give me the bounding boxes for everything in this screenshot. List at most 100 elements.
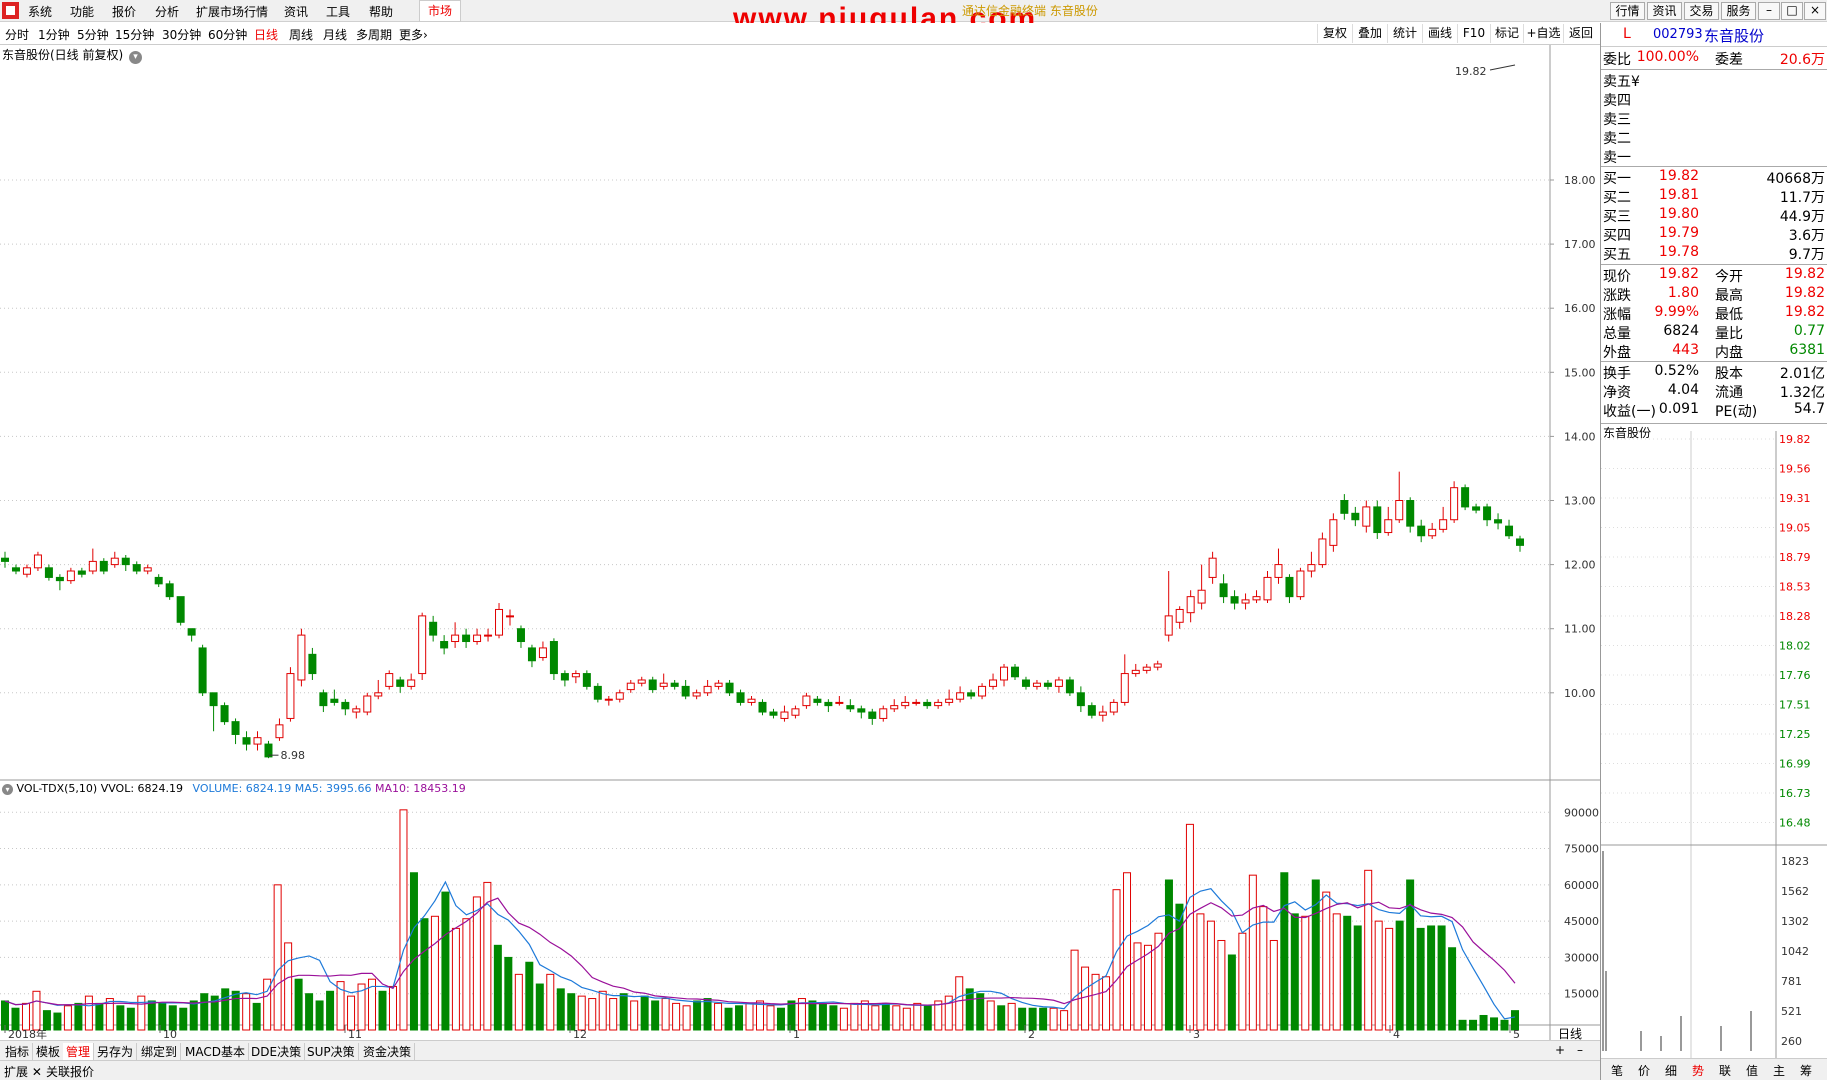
period-tab-weekly[interactable]: 周线 [289, 26, 313, 43]
tab-sup[interactable]: SUP决策 [304, 1043, 359, 1060]
maximize-icon[interactable]: □ [1781, 2, 1803, 20]
period-tab-1min[interactable]: 1分钟 [38, 26, 70, 43]
right-tab-5[interactable]: 值 [1746, 1062, 1758, 1079]
candle-body [319, 692, 328, 707]
top-button-trade[interactable]: 交易 [1684, 2, 1719, 20]
right-tab-4[interactable]: 联 [1719, 1062, 1731, 1079]
intraday-mini-chart[interactable]: 19.82 19.56 19.31 19.05 18.79 18.53 18.28 18.02… [1601, 431, 1827, 1058]
mini-price-tick: 17.51 [1779, 699, 1811, 712]
volume-bar [1448, 947, 1457, 1031]
period-tab-15min[interactable]: 15分钟 [115, 26, 154, 43]
menu-extended-market[interactable]: 扩展市场行情 [196, 3, 268, 20]
period-tab-monthly[interactable]: 月线 [323, 26, 347, 43]
menu-system[interactable]: 系统 [28, 3, 52, 20]
menu-quote[interactable]: 报价 [112, 3, 136, 20]
fin-row-value: 4.04 [1667, 382, 1699, 398]
volume-bar [1238, 932, 1247, 1031]
tool-restore-right[interactable]: 复权 [1317, 24, 1352, 43]
tool-f10[interactable]: F10 [1457, 24, 1490, 43]
tab-related-quote[interactable]: 关联报价 [46, 1063, 94, 1080]
candle-body [593, 685, 602, 700]
candle-body [1461, 487, 1470, 508]
stat-row: 涨幅 9.99% 最低 19.82 [1601, 304, 1827, 323]
candle-body [1131, 669, 1140, 675]
tab-manage[interactable]: 管理 [63, 1043, 95, 1060]
candle-body [44, 567, 53, 578]
tab-indicator[interactable]: 指标 [2, 1043, 34, 1060]
tab-extend[interactable]: 扩展 ✕ [4, 1063, 42, 1080]
period-tab-timeshare[interactable]: 分时 [5, 26, 29, 43]
volume-bar [1406, 879, 1415, 1031]
period-tab-daily[interactable]: 日线 [254, 26, 278, 43]
volume-bar [839, 1007, 848, 1031]
time-tick-label: 4 [1393, 1028, 1400, 1040]
volume-dropdown-icon[interactable]: ▾ [2, 784, 13, 795]
price-tick-label: 12.00 [1564, 559, 1596, 572]
menu-help[interactable]: 帮助 [369, 3, 393, 20]
minimize-icon[interactable]: – [1758, 2, 1780, 20]
tool-draw-line[interactable]: 画线 [1422, 24, 1457, 43]
volume-bar [535, 983, 544, 1031]
period-tab-30min[interactable]: 30分钟 [162, 26, 201, 43]
menu-news[interactable]: 资讯 [284, 3, 308, 20]
quote-panel: L 002793 东音股份 委比 100.00% 委差 20.6万 卖五¥ 卖四卖… [1600, 23, 1827, 1080]
menu-function[interactable]: 功能 [70, 3, 94, 20]
right-tab-0[interactable]: 笔 [1611, 1062, 1623, 1079]
right-tab-1[interactable]: 价 [1638, 1062, 1650, 1079]
kline-chart[interactable]: 19.82 8.98 18.00 17.00 16.00 15.00 14.00 13.00… [0, 45, 1600, 1040]
candle-body [978, 685, 987, 697]
volume-bar [441, 891, 450, 1031]
mini-price-tick: 18.02 [1779, 640, 1811, 653]
tool-statistics[interactable]: 统计 [1387, 24, 1422, 43]
top-button-news[interactable]: 资讯 [1647, 2, 1682, 20]
period-tab-60min[interactable]: 60分钟 [208, 26, 247, 43]
fin-row-label2: PE(动) [1715, 404, 1758, 420]
tab-dde[interactable]: DDE决策 [248, 1043, 306, 1060]
volume-bar [1395, 920, 1404, 1031]
low-price-annotation: 8.98 [280, 749, 305, 762]
tab-bind-to[interactable]: 绑定到 [138, 1043, 182, 1060]
candle-body [88, 560, 97, 572]
tab-fund[interactable]: 资金决策 [360, 1043, 416, 1060]
menu-bar: 系统 功能 报价 分析 扩展市场行情 资讯 工具 帮助 市场 www.niugu… [0, 0, 1827, 35]
candle-body [209, 692, 218, 707]
fin-row-value2: 2.01亿 [1779, 366, 1825, 382]
top-button-service[interactable]: 服务 [1721, 2, 1756, 20]
buy-row-value: 19.82 [1658, 168, 1699, 184]
zoom-out-icon[interactable]: – [1574, 1043, 1586, 1057]
tab-macd[interactable]: MACD基本 [182, 1043, 249, 1060]
right-tab-6[interactable]: 主 [1773, 1062, 1785, 1079]
menu-analysis[interactable]: 分析 [155, 3, 179, 20]
period-tab-more[interactable]: 更多› [399, 26, 428, 43]
close-icon[interactable]: × [1804, 2, 1826, 20]
candle-body [1000, 666, 1009, 681]
right-tab-2[interactable]: 细 [1665, 1062, 1677, 1079]
buy-row: 买一 19.82 40668万 [1601, 168, 1827, 187]
zoom-in-icon[interactable]: + [1552, 1043, 1568, 1057]
sell-row: 卖二 [1601, 128, 1827, 147]
market-tab[interactable]: 市场 [419, 0, 461, 22]
time-tick-label: 5 [1513, 1028, 1520, 1040]
mini-vol-tick: 781 [1781, 975, 1802, 988]
right-tab-3[interactable]: 势 [1692, 1062, 1704, 1079]
tool-mark[interactable]: 标记 [1490, 24, 1523, 43]
candle-body [626, 682, 635, 691]
candle-body [1098, 711, 1107, 716]
period-tab-5min[interactable]: 5分钟 [77, 26, 109, 43]
stat-row-value: 9.99% [1654, 304, 1699, 320]
tab-save-as[interactable]: 另存为 [94, 1043, 138, 1060]
vol-title: VOL-TDX(5,10) [16, 782, 98, 795]
vol-ma10: MA10: 18453.19 [375, 782, 466, 795]
tool-add-favorite[interactable]: +自选 [1523, 24, 1563, 43]
time-tick-label: 10 [163, 1028, 177, 1040]
candle-body [506, 615, 514, 618]
top-button-market[interactable]: 行情 [1610, 2, 1645, 20]
tool-back[interactable]: 返回 [1563, 24, 1598, 43]
right-tab-7[interactable]: 筹 [1800, 1062, 1812, 1079]
tab-template[interactable]: 模板 [33, 1043, 65, 1060]
volume-bar [588, 998, 597, 1031]
mini-price-tick: 18.28 [1779, 610, 1811, 623]
tool-overlay[interactable]: 叠加 [1352, 24, 1387, 43]
menu-tools[interactable]: 工具 [326, 3, 350, 20]
period-tab-multi[interactable]: 多周期 [356, 26, 392, 43]
